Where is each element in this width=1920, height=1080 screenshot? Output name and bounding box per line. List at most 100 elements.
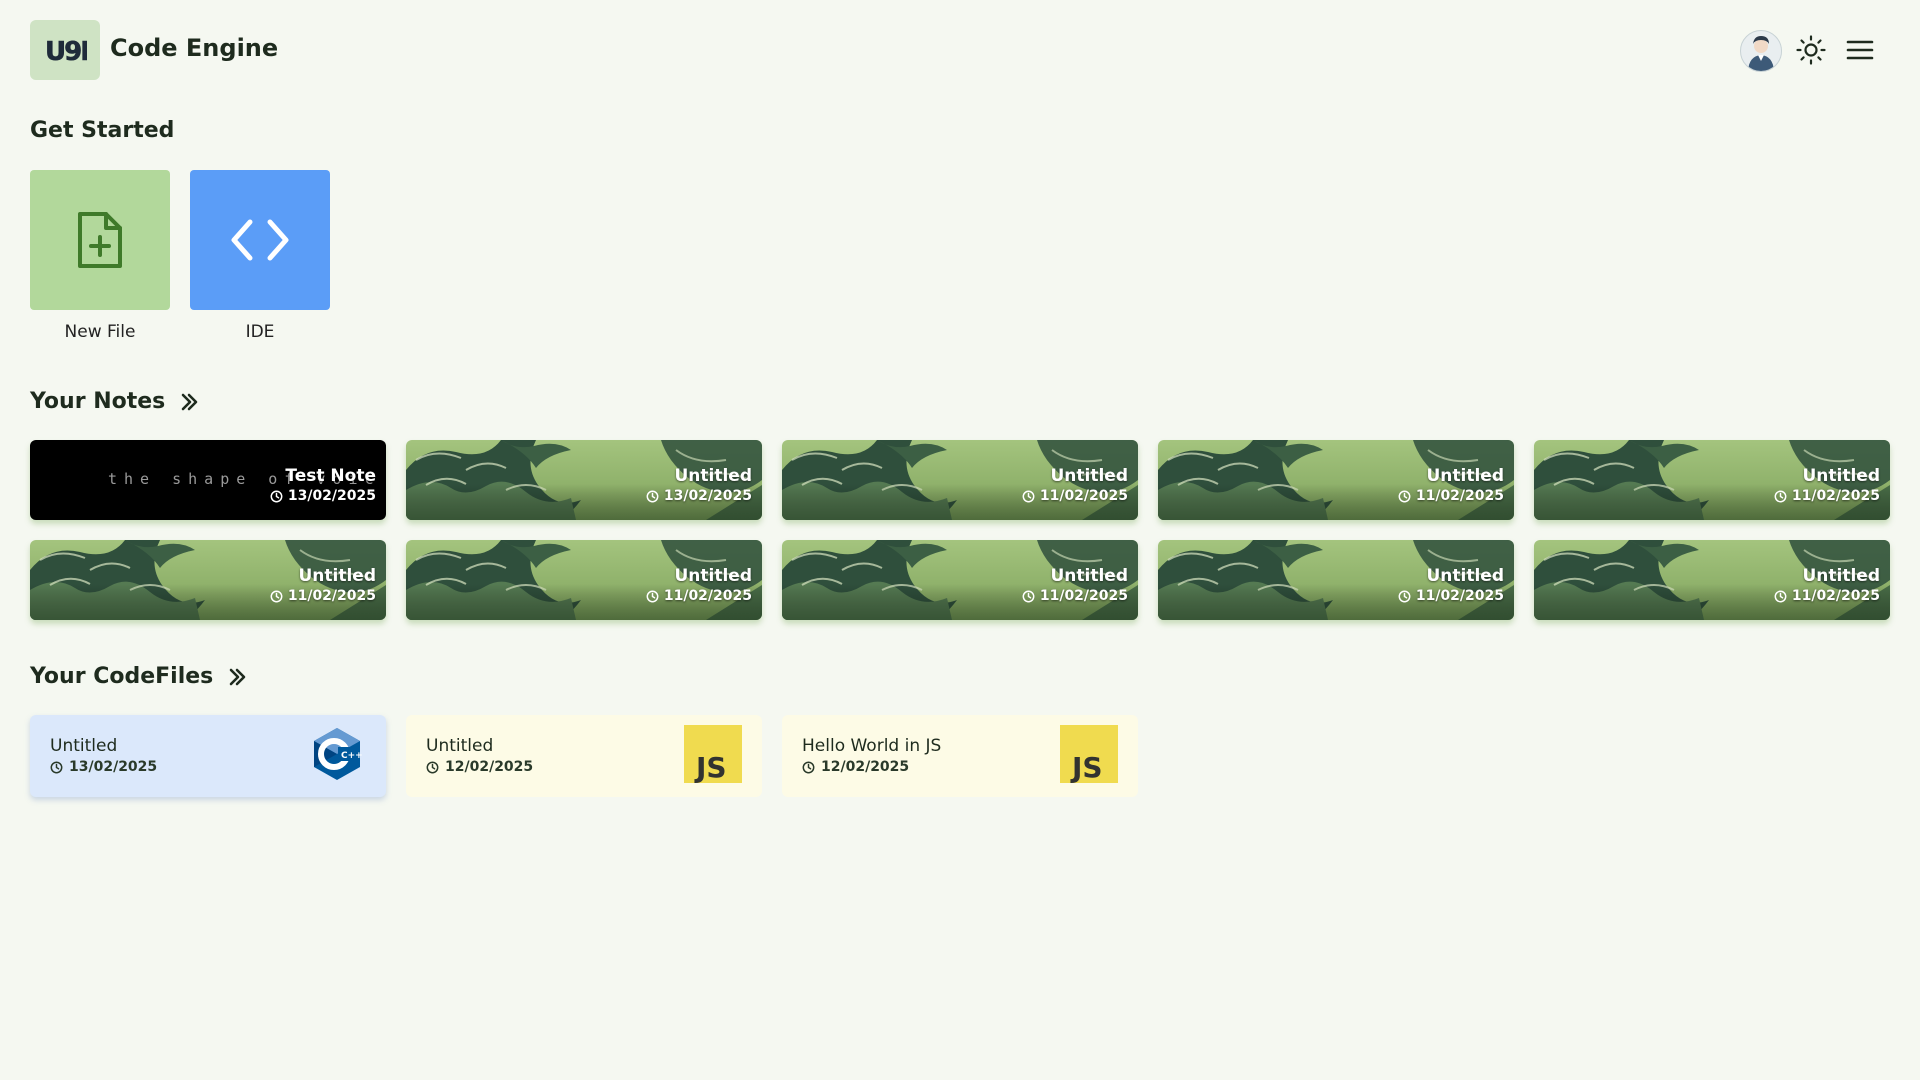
note-card[interactable]: Untitled 11/02/2025	[782, 440, 1138, 520]
codefile-card[interactable]: Untitled 13/02/2025 C++	[30, 715, 386, 797]
codefile-title: Untitled	[50, 736, 118, 756]
note-date: 11/02/2025	[1039, 588, 1128, 604]
note-date: 13/02/2025	[663, 488, 752, 504]
your-notes-heading[interactable]: Your Notes	[30, 389, 199, 414]
note-info: Untitled 11/02/2025	[1398, 466, 1504, 506]
note-card[interactable]: Untitled 11/02/2025	[782, 540, 1138, 620]
codefile-card[interactable]: Untitled 12/02/2025 JS	[406, 715, 762, 797]
ide-tile[interactable]	[190, 170, 330, 310]
clock-icon	[426, 761, 439, 773]
note-info: Untitled 11/02/2025	[646, 566, 752, 606]
codefile-title: Hello World in JS	[802, 736, 942, 756]
note-card[interactable]: Untitled 11/02/2025	[30, 540, 386, 620]
theme-toggle-button[interactable]	[1795, 34, 1827, 66]
logo-icon: U9N	[45, 37, 87, 68]
cpp-logo-icon: C++	[314, 728, 363, 780]
clock-icon	[270, 590, 283, 602]
new-file-tile[interactable]	[30, 170, 170, 310]
note-info: Untitled 11/02/2025	[1022, 566, 1128, 606]
note-date: 11/02/2025	[1791, 488, 1880, 504]
note-title: Untitled	[1426, 466, 1504, 486]
svg-text:JS: JS	[1070, 751, 1103, 783]
note-date-row: 11/02/2025	[1022, 586, 1128, 606]
note-title: Untitled	[1802, 466, 1880, 486]
codefile-info: Untitled 12/02/2025	[426, 735, 533, 777]
clock-icon	[1022, 590, 1035, 602]
codefile-date: 13/02/2025	[69, 759, 158, 775]
codefile-date-row: 12/02/2025	[802, 757, 941, 777]
note-title: Untitled	[298, 566, 376, 586]
clock-icon	[50, 761, 63, 773]
note-date: 11/02/2025	[1415, 488, 1504, 504]
note-date: 11/02/2025	[663, 588, 752, 604]
your-codefiles-heading[interactable]: Your CodeFiles	[30, 664, 247, 689]
note-date-row: 13/02/2025	[270, 486, 376, 506]
code-brackets-icon	[231, 219, 289, 261]
app-title: Code Engine	[110, 34, 279, 62]
menu-button[interactable]	[1845, 36, 1875, 64]
chevrons-right-icon	[229, 668, 246, 685]
note-title: Untitled	[1050, 566, 1128, 586]
note-info: Untitled 11/02/2025	[1398, 566, 1504, 606]
app-logo[interactable]: U9N	[30, 20, 100, 80]
note-date: 11/02/2025	[287, 588, 376, 604]
note-card[interactable]: Untitled 11/02/2025	[406, 540, 762, 620]
note-title: Untitled	[1426, 566, 1504, 586]
codefile-card[interactable]: Hello World in JS 12/02/2025 JS	[782, 715, 1138, 797]
note-title: Untitled	[674, 566, 752, 586]
note-date: 11/02/2025	[1415, 588, 1504, 604]
codefile-title: Untitled	[426, 736, 494, 756]
note-title: Untitled	[1050, 466, 1128, 486]
new-file-label: New File	[64, 322, 136, 342]
note-card[interactable]: Untitled 11/02/2025	[1158, 540, 1514, 620]
hamburger-menu-icon	[1846, 40, 1874, 60]
note-date-row: 11/02/2025	[1398, 586, 1504, 606]
codefile-date: 12/02/2025	[821, 759, 910, 775]
note-date-row: 11/02/2025	[646, 586, 752, 606]
your-codefiles-title: Your CodeFiles	[30, 664, 214, 689]
note-card[interactable]: Untitled 11/02/2025	[1534, 440, 1890, 520]
note-card[interactable]: Untitled 13/02/2025	[406, 440, 762, 520]
clock-icon	[1774, 590, 1787, 602]
codefile-info: Hello World in JS 12/02/2025	[802, 735, 941, 777]
note-date-row: 11/02/2025	[1774, 486, 1880, 506]
note-date-row: 11/02/2025	[270, 586, 376, 606]
note-date: 11/02/2025	[1791, 588, 1880, 604]
note-date-row: 13/02/2025	[646, 486, 752, 506]
note-card[interactable]: Untitled 11/02/2025	[1534, 540, 1890, 620]
note-date: 13/02/2025	[287, 488, 376, 504]
ide-label: IDE	[245, 322, 275, 342]
clock-icon	[646, 590, 659, 602]
clock-icon	[802, 761, 815, 773]
top-bar: U9N Code Engine	[0, 0, 1920, 100]
chevrons-right-icon	[181, 393, 198, 410]
note-date-row: 11/02/2025	[1774, 586, 1880, 606]
note-info: Untitled 11/02/2025	[1774, 466, 1880, 506]
note-title: Untitled	[674, 466, 752, 486]
note-info: Untitled 11/02/2025	[270, 566, 376, 606]
svg-text:U9N: U9N	[45, 37, 87, 67]
note-info: Untitled 13/02/2025	[646, 466, 752, 506]
note-title: Untitled	[1802, 566, 1880, 586]
javascript-logo-icon: JS	[1060, 725, 1118, 783]
clock-icon	[646, 490, 659, 502]
note-card[interactable]: the shape of voic Test Note 13/02/2025	[30, 440, 386, 520]
user-avatar[interactable]	[1740, 30, 1782, 72]
note-date-row: 11/02/2025	[1398, 486, 1504, 506]
note-date: 11/02/2025	[1039, 488, 1128, 504]
javascript-logo-icon: JS	[684, 725, 742, 783]
note-card[interactable]: Untitled 11/02/2025	[1158, 440, 1514, 520]
clock-icon	[270, 490, 283, 502]
note-info: Test Note 13/02/2025	[270, 466, 376, 506]
codefile-date-row: 12/02/2025	[426, 757, 533, 777]
svg-text:JS: JS	[694, 751, 727, 783]
codefile-info: Untitled 13/02/2025	[50, 735, 157, 777]
note-info: Untitled 11/02/2025	[1022, 466, 1128, 506]
file-plus-icon	[78, 212, 122, 268]
clock-icon	[1022, 490, 1035, 502]
note-date-row: 11/02/2025	[1022, 486, 1128, 506]
codefile-date: 12/02/2025	[445, 759, 534, 775]
clock-icon	[1398, 590, 1411, 602]
clock-icon	[1774, 490, 1787, 502]
sun-icon	[1796, 35, 1826, 65]
